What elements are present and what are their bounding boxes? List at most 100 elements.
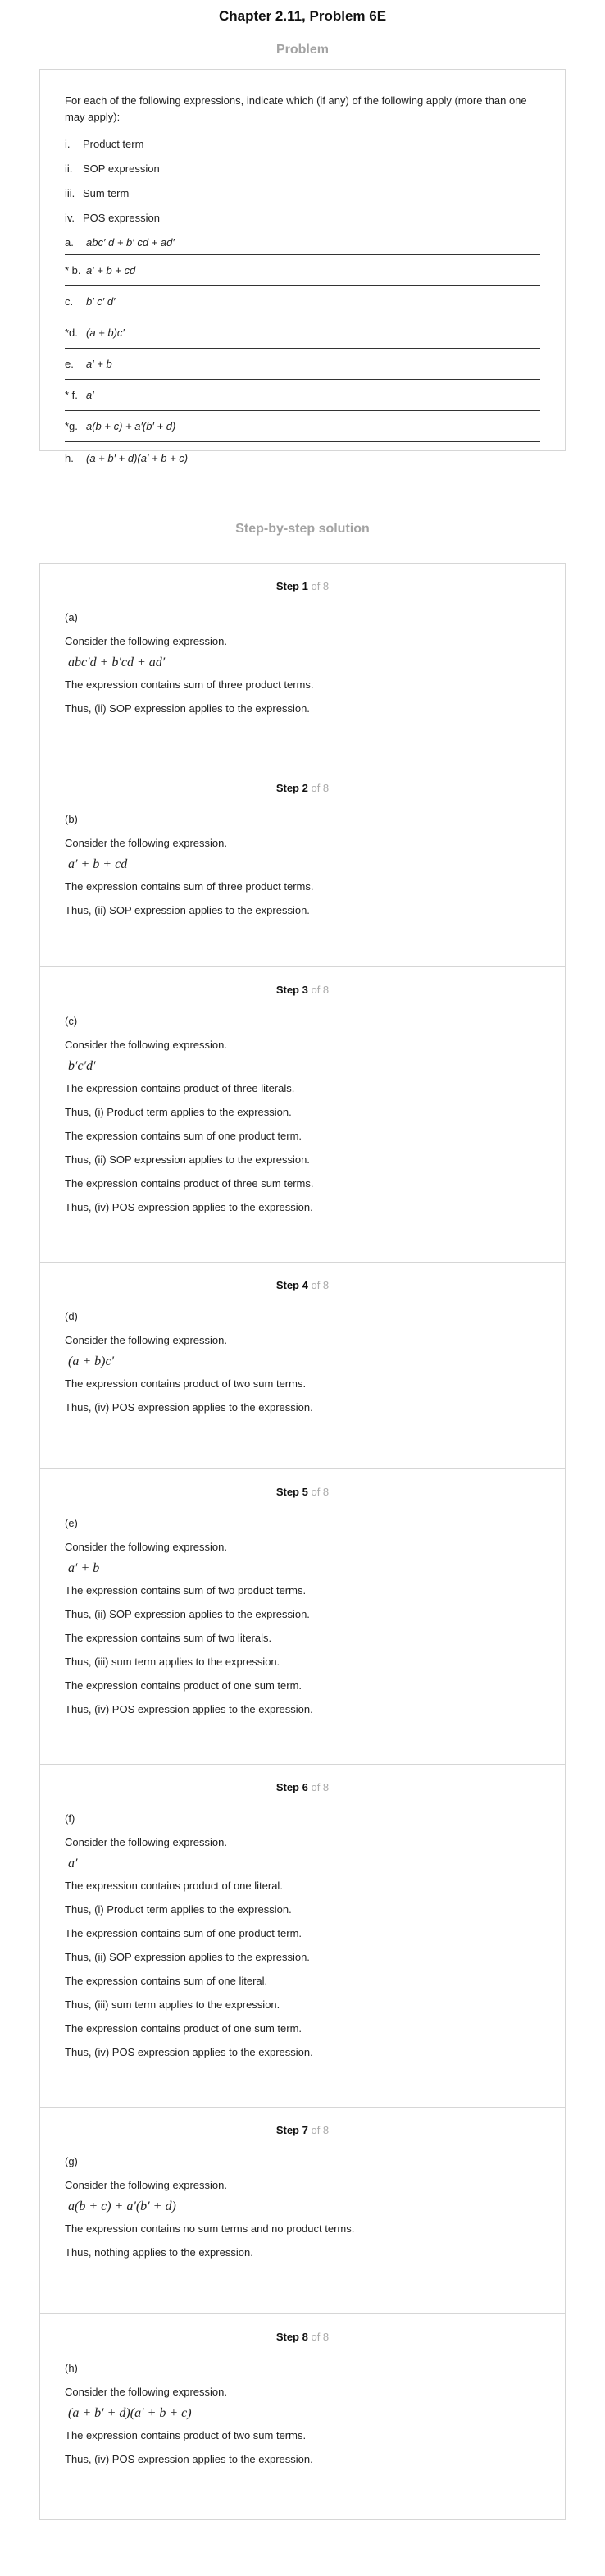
step-card: Step 7 of 8 (g) Consider the following exp… [40,2108,565,2314]
explanation-line: The expression contains sum of one produ… [65,1927,302,1939]
explanation-line: The expression contains sum of one liter… [65,1975,268,1987]
explanation-line: The expression contains product of one l… [65,1879,283,1892]
step-number: Step 7 [275,2124,308,2136]
consider-text: Consider the following expression. [65,837,227,849]
consider-text: Consider the following expression. [65,1334,227,1346]
explanation-line: Thus, (ii) SOP expression applies to the… [65,702,310,715]
steps-container: Step 1 of 8 (a) Consider the following exp… [39,563,566,2520]
step-header: Step 6 of 8 [65,1765,540,1812]
step-total: of 8 [311,2331,330,2343]
option-row: i. Product term [65,132,540,157]
options-list: i. Product term ii. SOP expression iii. Sum t… [65,132,540,231]
option-number: iv. [65,212,75,224]
option-text: Product term [83,138,144,150]
explanation-line: The expression contains sum of two produ… [65,1584,307,1596]
page-title: Chapter 2.11, Problem 6E [218,8,387,24]
explanation-line: The expression contains product of two s… [65,2429,307,2441]
explanation-line: The expression contains no sum terms and… [65,2222,355,2235]
consider-text: Consider the following expression. [65,2386,227,2398]
option-number: iii. [65,187,75,199]
explanation-line: Thus, (ii) SOP expression applies to the… [65,1951,310,1963]
consider-text: Consider the following expression. [65,1039,227,1051]
step-total: of 8 [311,1486,330,1498]
item-label: *g. [65,420,78,432]
step-header: Step 5 of 8 [65,1469,540,1517]
option-text: POS expression [83,212,160,224]
explanation-line: Thus, (iii) sum term applies to the expr… [65,1656,280,1668]
explanation-line: The expression contains product of two s… [65,1377,307,1390]
step-number: Step 8 [275,2331,308,2343]
step-card: Step 5 of 8 (e) Consider the following exp… [40,1469,565,1765]
consider-text: Consider the following expression. [65,1541,227,1553]
step-total: of 8 [311,580,330,592]
explanation-line: The expression contains sum of one produ… [65,1130,302,1142]
part-label: (b) [65,813,78,825]
step-header: Step 3 of 8 [65,967,540,1015]
step-card: Step 4 of 8 (d) Consider the following exp… [40,1263,565,1469]
explanation-line: The expression contains sum of two liter… [65,1632,272,1644]
part-label: (e) [65,1517,78,1529]
step-header: Step 2 of 8 [65,765,540,813]
item-label: * b. [65,264,81,276]
part-label: (c) [65,1015,78,1027]
explanation-line: Thus, (iii) sum term applies to the expr… [65,1998,280,2011]
step-number: Step 1 [275,580,308,592]
step-total: of 8 [311,2124,330,2136]
item-expression: a′ [86,389,94,401]
step-number: Step 4 [275,1279,308,1291]
problem-box: For each of the following expressions, i… [39,69,566,464]
option-row: ii. SOP expression [65,157,540,181]
explanation-line: Thus, (iv) POS expression applies to the… [65,2453,313,2465]
step-expression: b′c′d′ [68,1059,96,1073]
step-total: of 8 [311,1781,330,1793]
option-row: iii. Sum term [65,181,540,206]
part-label: (f) [65,1812,75,1825]
explanation-line: Thus, (iv) POS expression applies to the… [65,1401,313,1414]
step-number: Step 5 [275,1486,308,1498]
step-expression: (a + b′ + d)(a′ + b + c) [68,2406,192,2420]
explanation-line: Thus, (ii) SOP expression applies to the… [65,904,310,916]
step-header: Step 7 of 8 [65,2108,540,2155]
item-expression: a′ + b + cd [86,264,136,276]
step-card: Step 8 of 8 (h) Consider the following exp… [40,2314,565,2519]
option-number: ii. [65,162,73,175]
step-expression: a′ + b + cd [68,857,128,871]
problem-item: a. abc′ d + b′ cd + ad′ [65,231,540,255]
option-text: Sum term [83,187,130,199]
item-label: a. [65,236,74,249]
item-expression: a(b + c) + a′(b′ + d) [86,420,176,432]
solution-page: Chapter 2.11, Problem 6E Problem For eac… [0,0,605,2576]
explanation-line: The expression contains product of three… [65,1177,314,1190]
consider-text: Consider the following expression. [65,1836,227,1848]
option-row: iv. POS expression [65,206,540,231]
explanation-line: The expression contains product of one s… [65,2022,302,2035]
problem-item: *g. a(b + c) + a′(b′ + d) [65,411,540,442]
step-expression: a′ [68,1857,78,1870]
explanation-line: The expression contains product of one s… [65,1679,302,1692]
explanation-line: Thus, (ii) SOP expression applies to the… [65,1153,310,1166]
solution-heading: Step-by-step solution [235,522,370,536]
item-expression: b′ c′ d′ [86,295,116,308]
step-number: Step 2 [275,782,308,794]
item-expression: a′ + b [86,358,112,370]
explanation-line: Thus, nothing applies to the expression. [65,2246,253,2259]
part-label: (g) [65,2155,78,2167]
problem-item: *d. (a + b)c′ [65,317,540,349]
part-label: (a) [65,611,78,623]
option-text: SOP expression [83,162,160,175]
problem-item: e. a′ + b [65,349,540,380]
step-expression: a′ + b [68,1561,100,1575]
part-label: (d) [65,1310,78,1322]
problem-item: * b. a′ + b + cd [65,255,540,286]
item-label: *d. [65,327,78,339]
explanation-line: The expression contains sum of three pro… [65,678,314,691]
explanation-line: Thus, (i) Product term applies to the ex… [65,1903,292,1916]
item-label: e. [65,358,74,370]
explanation-line: The expression contains product of three… [65,1082,295,1094]
step-card: Step 6 of 8 (f) Consider the following exp… [40,1765,565,2108]
item-label: c. [65,295,74,308]
problem-item: * f. a′ [65,380,540,411]
step-card: Step 2 of 8 (b) Consider the following exp… [40,765,565,967]
item-expression: (a + b′ + d)(a′ + b + c) [86,451,189,464]
problem-item: h. (a + b′ + d)(a′ + b + c) [65,442,540,473]
